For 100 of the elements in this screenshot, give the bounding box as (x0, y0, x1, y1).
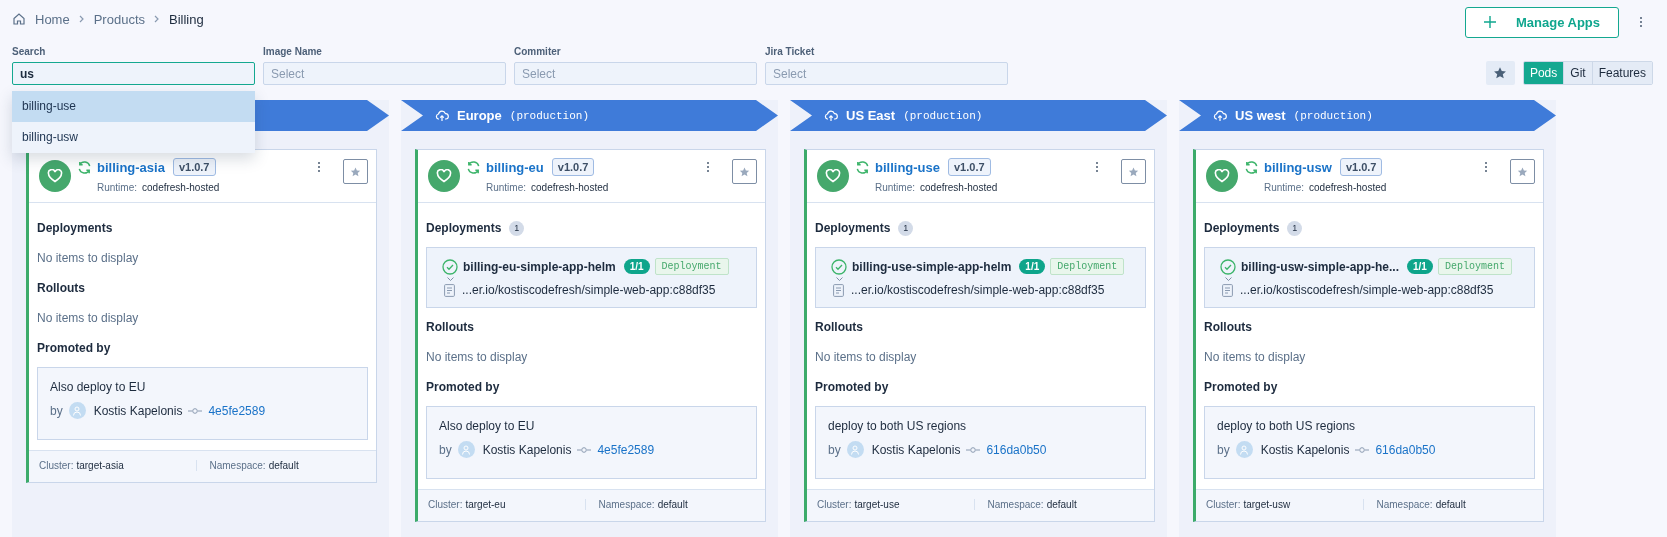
commit-icon (577, 446, 592, 453)
favorite-star-button[interactable] (1510, 159, 1535, 184)
version-badge: v1.0.7 (948, 158, 991, 176)
star-icon (739, 164, 750, 179)
app-name-link[interactable]: billing-use (875, 159, 940, 175)
version-badge: v1.0.7 (172, 158, 216, 176)
filter-input[interactable]: us (12, 62, 255, 85)
promotion-message: Also deploy to EU (50, 380, 147, 394)
by-label: by (50, 403, 63, 418)
section-title: Deployments (426, 221, 502, 235)
runtime-label: Runtime: (1264, 182, 1304, 193)
commit-icon (188, 407, 203, 414)
section-title: Deployments (1204, 221, 1280, 235)
cluster-value: target-asia (76, 460, 124, 471)
section-title: Deployments (815, 221, 891, 235)
app-name-link[interactable]: billing-usw (1264, 159, 1332, 175)
view-tab[interactable]: Pods (1523, 62, 1564, 84)
commit-icon (1355, 446, 1370, 453)
image-name: ...er.io/kostiscodefresh/simple-web-app:c88df35 (1240, 283, 1494, 297)
check-circle-icon (1220, 258, 1236, 275)
filter-label: Commiter (514, 46, 562, 57)
namespace-value: default (268, 460, 299, 471)
document-icon (444, 283, 455, 297)
environment-tag: (production) (903, 109, 983, 122)
breadcrumb-separator-icon (154, 15, 160, 23)
environment-tag: (production) (509, 109, 589, 122)
empty-message: No items to display (37, 250, 140, 267)
manage-apps-button[interactable]: Manage Apps (1464, 6, 1619, 38)
runtime-label: Runtime: (97, 182, 137, 193)
section-title: Rollouts (426, 320, 474, 334)
home-icon[interactable] (12, 12, 26, 26)
cluster-label: Cluster: (817, 499, 852, 510)
sync-icon (77, 159, 92, 175)
avatar-icon (846, 441, 864, 458)
kind-tag: Deployment (654, 258, 729, 275)
chevron-down-icon[interactable] (836, 277, 843, 282)
namespace-label: Namespace: (209, 460, 266, 471)
count-badge: 1 (509, 220, 525, 236)
suggestion-item[interactable]: billing-usw (12, 122, 255, 153)
chevron-down-icon[interactable] (1225, 277, 1232, 282)
author-name: Kostis Kapelonis (871, 442, 961, 457)
app-name-link[interactable]: billing-asia (97, 159, 165, 175)
empty-message: No items to display (426, 349, 529, 366)
replicas-badge: 1/1 (1407, 259, 1433, 274)
deployment-item[interactable]: billing-use-simple-app-helm 1/1 Deployment ...er.io/kostiscodefresh/simple-web-app:c88df35 (815, 247, 1146, 308)
version-badge: v1.0.7 (551, 158, 595, 176)
favorite-star-button[interactable] (343, 159, 368, 184)
favorite-star-button[interactable] (732, 159, 757, 184)
filter-input[interactable]: Select (263, 62, 506, 85)
cloud-upload-icon (1213, 109, 1227, 122)
breadcrumb-link[interactable]: Products (93, 11, 145, 27)
deployment-item[interactable]: billing-usw-simple-app-he... 1/1 Deployment ...er.io/kostiscodefresh/simple-web-app:c88df35 (1204, 247, 1535, 308)
section-title: Promoted by (426, 380, 500, 394)
section-title: Promoted by (37, 341, 111, 355)
document-icon (1222, 283, 1233, 297)
cluster-label: Cluster: (39, 460, 74, 471)
deployment-name: billing-eu-simple-app-helm (463, 259, 616, 274)
promotion-message: deploy to both US regions (828, 419, 968, 433)
commit-link[interactable]: 616da0b50 (1375, 442, 1436, 457)
empty-message: No items to display (1204, 349, 1307, 366)
commit-link[interactable]: 4e5fe2589 (597, 442, 655, 457)
filter-input[interactable]: Select (765, 62, 1008, 85)
chevron-down-icon[interactable] (447, 277, 454, 282)
promotion-message: Also deploy to EU (439, 419, 536, 433)
deployment-item[interactable]: billing-eu-simple-app-helm 1/1 Deployment ...er.io/kostiscodefresh/simple-web-app:c88df35 (426, 247, 757, 308)
breadcrumb-link[interactable]: Home (35, 11, 70, 27)
section-title: Rollouts (815, 320, 863, 334)
cluster-label: Cluster: (428, 499, 463, 510)
avatar-icon (457, 441, 475, 458)
favorites-button[interactable] (1485, 61, 1515, 85)
favorite-star-button[interactable] (1121, 159, 1146, 184)
runtime-value: codefresh-hosted (142, 182, 220, 193)
cluster-value: target-usw (1243, 499, 1291, 510)
runtime-label: Runtime: (875, 182, 915, 193)
commit-link[interactable]: 616da0b50 (986, 442, 1047, 457)
version-badge: v1.0.7 (1339, 158, 1383, 176)
by-label: by (828, 442, 841, 457)
cluster-label: Cluster: (1206, 499, 1241, 510)
view-tab[interactable]: Features (1591, 62, 1652, 84)
promotion-message: deploy to both US regions (1217, 419, 1357, 433)
namespace-label: Namespace: (1376, 499, 1433, 510)
avatar-icon (1235, 441, 1253, 458)
suggestion-item[interactable]: billing-use (12, 91, 255, 122)
runtime-value: codefresh-hosted (920, 182, 998, 193)
count-badge: 1 (898, 220, 914, 236)
commit-link[interactable]: 4e5fe2589 (208, 403, 266, 418)
sync-icon (1244, 159, 1259, 175)
section-title: Promoted by (1204, 380, 1278, 394)
cloud-upload-icon (824, 109, 838, 122)
filter-input[interactable]: Select (514, 62, 757, 85)
check-circle-icon (831, 258, 847, 275)
cluster-value: target-use (854, 499, 900, 510)
replicas-badge: 1/1 (623, 259, 650, 274)
check-circle-icon (442, 258, 458, 275)
view-tab[interactable]: Git (1563, 62, 1592, 84)
section-title: Deployments (37, 221, 113, 235)
author-name: Kostis Kapelonis (93, 403, 183, 418)
app-name-link[interactable]: billing-eu (486, 159, 544, 175)
author-name: Kostis Kapelonis (482, 442, 572, 457)
deployment-name: billing-usw-simple-app-he... (1241, 259, 1399, 274)
